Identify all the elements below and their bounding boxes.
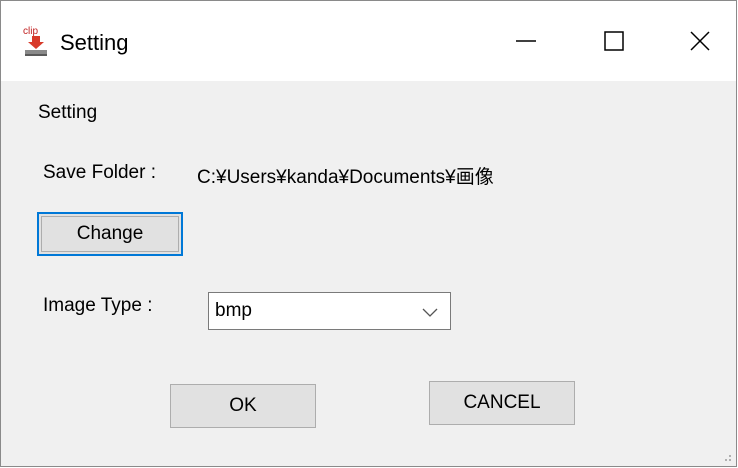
- app-icon-text: clip: [23, 26, 38, 37]
- close-button[interactable]: [653, 1, 738, 81]
- dialog-body: Setting Save Folder : C:¥Users¥kanda¥Doc…: [1, 81, 736, 466]
- change-folder-button-face: Change: [41, 216, 179, 252]
- minimize-button[interactable]: [479, 1, 573, 81]
- close-icon: [690, 31, 710, 51]
- maximize-button[interactable]: [567, 1, 661, 81]
- maximize-icon: [604, 31, 624, 51]
- image-type-value: bmp: [215, 300, 252, 321]
- change-folder-button[interactable]: Change: [37, 212, 183, 256]
- app-icon: clip: [23, 25, 49, 57]
- chevron-down-icon: [422, 308, 438, 317]
- save-folder-path: C:¥Users¥kanda¥Documents¥画像: [197, 167, 494, 188]
- cancel-button[interactable]: CANCEL: [429, 381, 575, 425]
- resize-grip-icon[interactable]: [720, 450, 732, 462]
- settings-dialog: clip Setting Setting Save Folder: C:¥Us…: [0, 0, 737, 467]
- section-heading: Setting: [38, 102, 98, 123]
- image-type-label: Image Type :: [43, 295, 153, 316]
- title-bar[interactable]: clip Setting: [1, 1, 736, 81]
- image-type-select[interactable]: bmp: [208, 292, 451, 330]
- window-title: Setting: [60, 30, 129, 55]
- ok-button[interactable]: OK: [170, 384, 316, 428]
- save-folder-label: Save Folder :: [43, 162, 156, 183]
- minimize-icon: [516, 40, 536, 42]
